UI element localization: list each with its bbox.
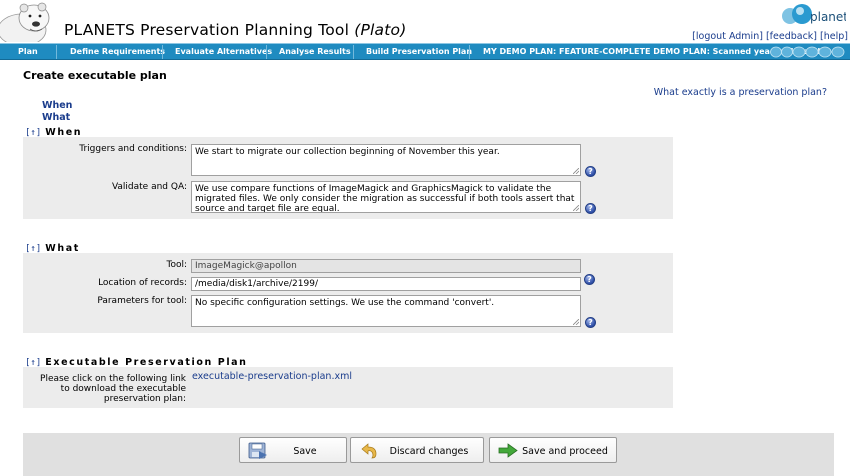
save-button-label: Save (293, 446, 317, 457)
tool-input: ImageMagick@apollon (191, 259, 581, 273)
app-title-main: PLANETS Preservation Planning Tool (64, 21, 350, 39)
validate-value: We use compare functions of ImageMagick … (195, 184, 575, 213)
anchor-link-when[interactable]: When (42, 100, 72, 111)
nav-separator (469, 45, 470, 59)
resize-handle-icon[interactable] (573, 168, 579, 174)
planets-logo-icon: planets (782, 4, 846, 24)
triggers-value: We start to migrate our collection begin… (195, 147, 500, 157)
nav-separator (353, 45, 354, 59)
preservation-plan-help-link[interactable]: What exactly is a preservation plan? (654, 87, 827, 98)
triggers-help-icon[interactable]: ? (585, 166, 596, 177)
nav-separator (266, 45, 267, 59)
green-arrow-icon (498, 443, 518, 458)
anchor-link-what[interactable]: What (42, 112, 70, 123)
executable-plan-download-link[interactable]: executable-preservation-plan.xml (192, 371, 352, 382)
triggers-textarea[interactable]: We start to migrate our collection begin… (191, 144, 581, 176)
save-and-proceed-label: Save and proceed (522, 446, 608, 457)
download-instruction: Please click on the following link to do… (40, 374, 186, 404)
location-input[interactable]: /media/disk1/archive/2199/ (191, 277, 581, 291)
nav-item-plan[interactable]: Plan (18, 47, 38, 56)
app-title-emphasis: (Plato) (354, 21, 407, 39)
validate-help-icon[interactable]: ? (585, 203, 596, 214)
discard-changes-label: Discard changes (389, 446, 469, 457)
triggers-label: Triggers and conditions: (79, 144, 187, 154)
nav-item-define-requirements[interactable]: Define Requirements (70, 47, 165, 56)
nav-item-analyse-results[interactable]: Analyse Results (279, 47, 351, 56)
parameters-label: Parameters for tool: (97, 296, 187, 306)
help-link[interactable]: [help] (820, 31, 848, 42)
page-title: Create executable plan (23, 69, 167, 82)
save-and-proceed-button[interactable]: Save and proceed (489, 437, 617, 463)
location-value: /media/disk1/archive/2199/ (195, 279, 318, 289)
nav-decoration-dots-icon (770, 46, 845, 58)
nav-separator (162, 45, 163, 59)
validate-textarea[interactable]: We use compare functions of ImageMagick … (191, 181, 581, 213)
nav-separator (56, 45, 57, 59)
discard-changes-button[interactable]: Discard changes (350, 437, 484, 463)
app-title: PLANETS Preservation Planning Tool (Plat… (64, 21, 406, 39)
tool-label: Tool: (166, 260, 187, 270)
undo-arrow-icon (361, 443, 377, 459)
feedback-link[interactable]: [feedback] (766, 31, 817, 42)
tool-value: ImageMagick@apollon (195, 261, 297, 271)
parameters-textarea[interactable]: No specific configuration settings. We u… (191, 295, 581, 327)
resize-handle-icon[interactable] (573, 319, 579, 325)
validate-label: Validate and QA: (111, 182, 187, 192)
polar-bear-logo-icon (0, 2, 50, 42)
logout-link[interactable]: [logout Admin] (692, 31, 763, 42)
nav-item-build-preservation-plan[interactable]: Build Preservation Plan (366, 47, 472, 56)
parameters-value: No specific configuration settings. We u… (195, 298, 495, 308)
app-header: PLANETS Preservation Planning Tool (Plat… (0, 0, 850, 42)
resize-handle-icon[interactable] (573, 205, 579, 211)
planets-logo-text: planets (810, 10, 846, 24)
top-links: [logout Admin] [feedback] [help] (692, 31, 848, 42)
location-help-icon[interactable]: ? (584, 274, 595, 285)
parameters-help-icon[interactable]: ? (585, 317, 596, 328)
nav-item-evaluate-alternatives[interactable]: Evaluate Alternatives (175, 47, 272, 56)
save-button[interactable]: Save (239, 437, 347, 463)
main-nav: Plan Define Requirements Evaluate Altern… (0, 43, 850, 60)
location-label: Location of records: (98, 278, 187, 288)
disk-save-icon (248, 442, 267, 459)
